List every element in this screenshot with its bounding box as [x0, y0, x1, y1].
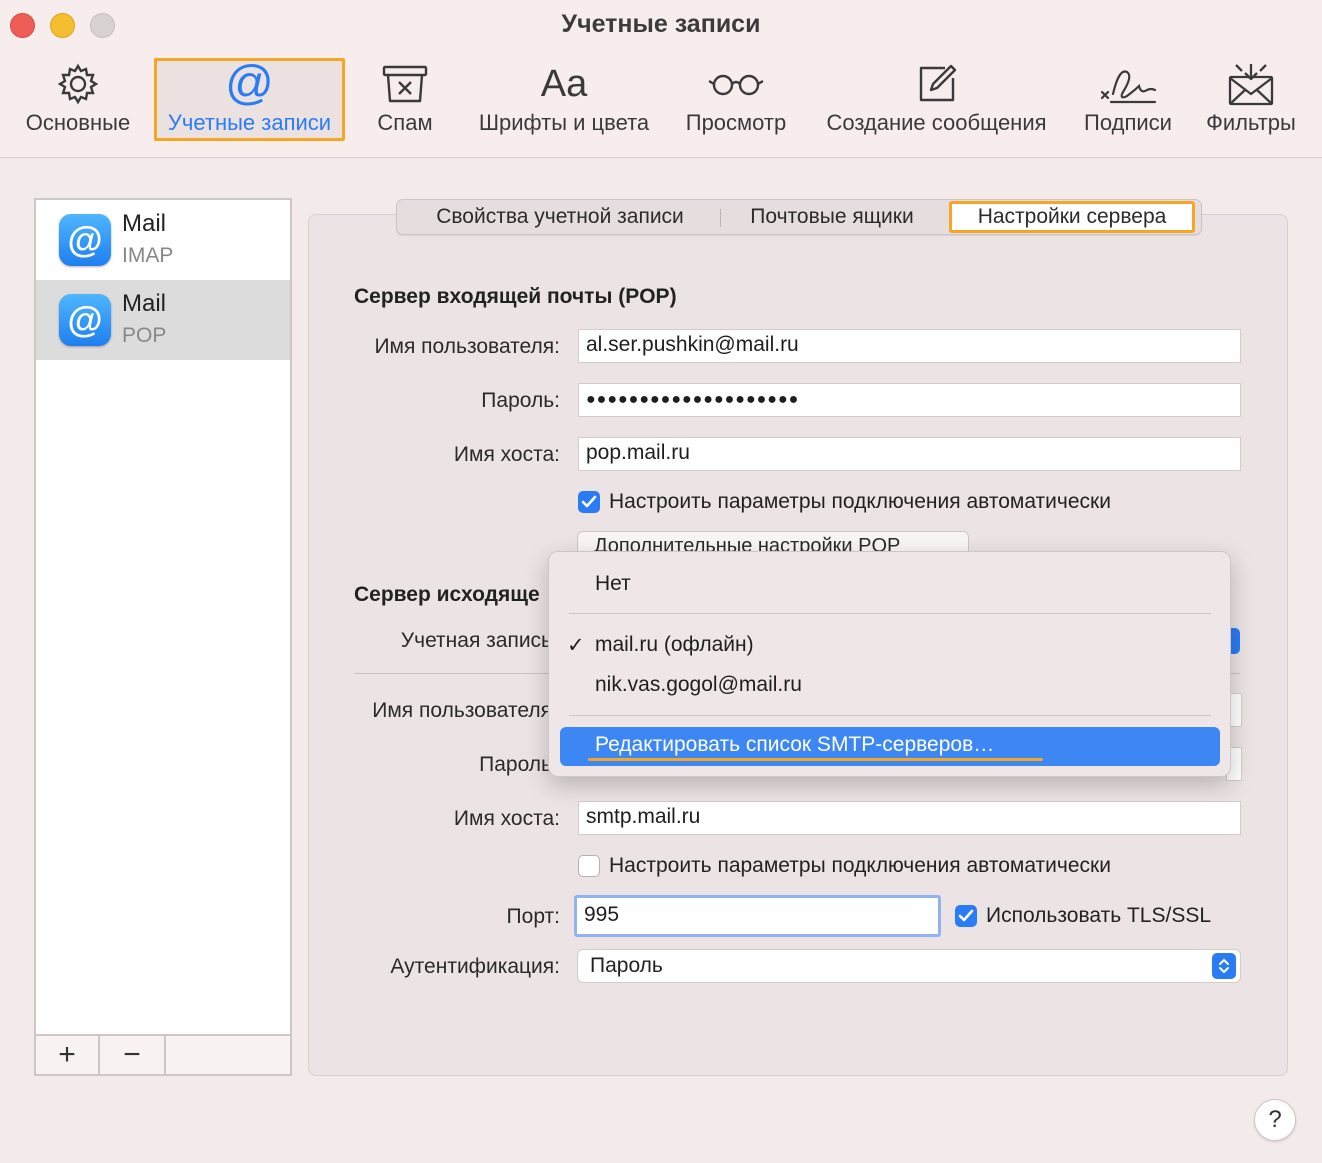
- incoming-username-field[interactable]: al.ser.pushkin@mail.ru: [578, 329, 1241, 363]
- incoming-username-label: Имя пользователя:: [374, 335, 560, 358]
- account-item-pop[interactable]: @ Mail POP: [36, 280, 290, 360]
- auth-popup[interactable]: Пароль: [577, 949, 1241, 983]
- account-type: IMAP: [122, 244, 174, 267]
- toolbar-signatures-label: Подписи: [1084, 110, 1172, 135]
- toolbar-signatures[interactable]: Подписи: [1076, 60, 1180, 140]
- outgoing-username-label: Имя пользователя: [372, 699, 552, 722]
- mail-account-icon: @: [59, 214, 111, 266]
- toolbar-accounts-label: Учетные записи: [167, 110, 332, 135]
- mail-account-icon: @: [59, 294, 111, 346]
- port-label: Порт:: [506, 905, 560, 928]
- tls-checkbox[interactable]: [955, 905, 977, 927]
- window-title: Учетные записи: [561, 10, 761, 38]
- toolbar-general-label: Основные: [25, 110, 131, 135]
- incoming-server-title: Сервер входящей почты (POP): [354, 285, 677, 308]
- auth-label: Аутентификация:: [390, 955, 560, 978]
- menu-item-edit-smtp-list[interactable]: Редактировать список SMTP-серверов…: [560, 727, 1220, 766]
- outgoing-host-field[interactable]: smtp.mail.ru: [578, 801, 1241, 835]
- account-item-imap[interactable]: @ Mail IMAP: [36, 200, 290, 280]
- toolbar-fonts-label: Шрифты и цвета: [478, 110, 650, 135]
- toolbar-fonts-colors[interactable]: Aa Шрифты и цвета: [470, 60, 658, 140]
- port-field[interactable]: 995: [574, 895, 941, 937]
- tab-account-information[interactable]: Свойства учетной записи: [401, 200, 719, 234]
- at-icon: @: [225, 57, 274, 110]
- auth-value: Пароль: [590, 954, 663, 977]
- gear-icon: [18, 60, 138, 108]
- highlight-underline: [588, 758, 1043, 761]
- toolbar-composing[interactable]: Создание сообщения: [814, 60, 1059, 140]
- account-type: POP: [122, 324, 167, 347]
- outgoing-auto-checkbox[interactable]: [578, 855, 600, 877]
- incoming-host-label: Имя хоста:: [453, 443, 560, 466]
- toolbar-general[interactable]: Основные: [18, 60, 138, 140]
- toolbar-rules[interactable]: Фильтры: [1198, 60, 1304, 140]
- help-button[interactable]: ?: [1254, 1099, 1296, 1141]
- checkmark-icon: [581, 495, 597, 508]
- smtp-server-menu: Нет ✓ mail.ru (офлайн) nik.vas.gogol@mai…: [548, 551, 1231, 777]
- menu-item-none[interactable]: Нет: [595, 572, 631, 596]
- toolbar-composing-label: Создание сообщения: [826, 110, 1047, 135]
- edit-smtp-list-label: Редактировать список SMTP-серверов…: [595, 733, 995, 756]
- accounts-list: @ Mail IMAP @ Mail POP + −: [34, 198, 292, 1076]
- filter-envelope-icon: [1198, 60, 1304, 108]
- toolbar-rules-label: Фильтры: [1206, 110, 1296, 135]
- incoming-password-label: Пароль:: [481, 389, 560, 412]
- menu-item-mailru-offline[interactable]: mail.ru (офлайн): [595, 633, 754, 657]
- toolbar-junk-label: Спам: [377, 110, 433, 135]
- auth-stepper-icon: [1212, 953, 1236, 979]
- compose-icon: [814, 60, 1059, 108]
- tab-server-settings[interactable]: Настройки сервера: [949, 201, 1195, 233]
- toolbar-viewing-label: Просмотр: [685, 110, 787, 135]
- signature-icon: [1076, 60, 1180, 108]
- toolbar-accounts[interactable]: @ Учетные записи: [157, 60, 342, 140]
- menu-separator: [569, 613, 1211, 614]
- fonts-icon: Aa: [470, 60, 658, 108]
- account-list-footer: + −: [36, 1034, 290, 1074]
- tab-mailbox-behaviors[interactable]: Почтовые ящики: [721, 200, 943, 234]
- toolbar-viewing[interactable]: Просмотр: [677, 60, 795, 140]
- incoming-host-field[interactable]: pop.mail.ru: [578, 437, 1241, 471]
- checkmark-icon: [958, 909, 974, 922]
- outgoing-password-label: Пароль: [479, 753, 552, 776]
- junk-bin-icon: [365, 60, 445, 108]
- toolbar-junk[interactable]: Спам: [365, 60, 445, 140]
- remove-account-button[interactable]: −: [100, 1036, 166, 1074]
- menu-item-gogol[interactable]: nik.vas.gogol@mail.ru: [595, 673, 802, 697]
- settings-tabs: Свойства учетной записи Почтовые ящики Н…: [396, 199, 1202, 235]
- glasses-icon: [677, 60, 795, 108]
- tls-label: Использовать TLS/SSL: [986, 904, 1212, 927]
- preferences-toolbar: Учетные записи Основные @ Учетные записи: [0, 0, 1322, 158]
- add-account-button[interactable]: +: [36, 1036, 100, 1074]
- incoming-auto-checkbox[interactable]: [578, 491, 600, 513]
- account-name: Mail: [122, 290, 167, 317]
- checkmark-icon: ✓: [567, 634, 585, 657]
- outgoing-host-label: Имя хоста:: [453, 807, 560, 830]
- outgoing-auto-label: Настроить параметры подключения автомати…: [609, 854, 1111, 877]
- account-name: Mail: [122, 210, 167, 237]
- incoming-auto-label: Настроить параметры подключения автомати…: [609, 490, 1111, 513]
- fonts-glyph: Aa: [540, 63, 588, 105]
- menu-separator: [569, 715, 1211, 716]
- outgoing-account-label: Учетная запись: [400, 629, 552, 652]
- outgoing-server-title: Сервер исходяще: [354, 583, 540, 606]
- incoming-password-field[interactable]: ●●●●●●●●●●●●●●●●●●●●: [578, 383, 1241, 417]
